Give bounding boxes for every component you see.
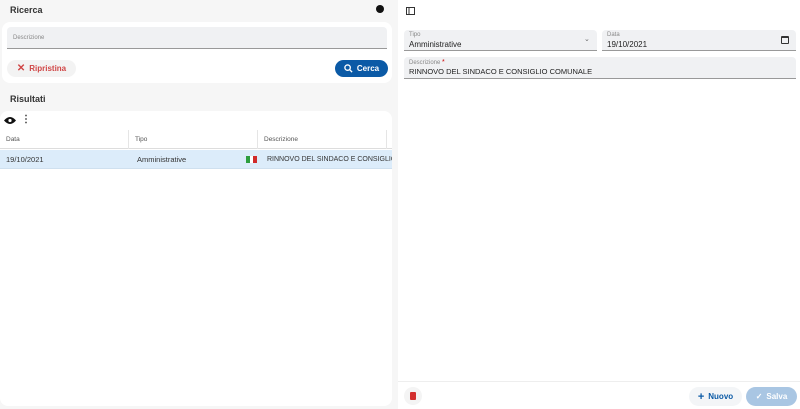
cell-tipo: Amministrative bbox=[137, 155, 187, 164]
tipo-select[interactable]: Tipo Amministrative ⌄ bbox=[404, 30, 597, 51]
data-value: 19/10/2021 bbox=[607, 40, 648, 49]
descrizione-value: RINNOVO DEL SINDACO E CONSIGLIO COMUNALE bbox=[409, 67, 593, 76]
save-label: Salva bbox=[766, 392, 788, 401]
column-header-tipo[interactable]: Tipo bbox=[129, 130, 258, 149]
save-button[interactable]: ✓ Salva bbox=[746, 387, 797, 406]
search-card: Descrizione ✕ Ripristina Cerca bbox=[2, 22, 392, 83]
data-label: Data bbox=[607, 32, 620, 38]
tipo-label: Tipo bbox=[409, 32, 421, 38]
calendar-icon[interactable] bbox=[781, 36, 789, 44]
reset-label: Ripristina bbox=[29, 64, 67, 73]
italian-flag-icon bbox=[246, 156, 258, 163]
descrizione-input[interactable]: Descrizione * RINNOVO DEL SINDACO E CONS… bbox=[404, 57, 796, 79]
results-card: ⋮ Data Tipo Descrizione 19/10/2021 Ammin… bbox=[0, 111, 392, 406]
tipo-value: Amministrative bbox=[409, 40, 462, 49]
table-row[interactable]: 19/10/2021 Amministrative RINNOVO DEL SI… bbox=[0, 150, 392, 169]
results-title: Risultati bbox=[10, 94, 46, 104]
detail-panel: Tipo Amministrative ⌄ Data 19/10/2021 De… bbox=[398, 0, 800, 409]
cell-descrizione: RINNOVO DEL SINDACO E CONSIGLIO COMUNALE bbox=[267, 156, 392, 163]
description-search-input[interactable]: Descrizione bbox=[7, 27, 387, 49]
toggle-sidebar-icon[interactable] bbox=[406, 7, 415, 15]
footer-divider bbox=[398, 381, 800, 382]
search-icon bbox=[344, 64, 353, 73]
trash-icon bbox=[410, 392, 416, 400]
cell-data: 19/10/2021 bbox=[6, 155, 44, 164]
search-label: Cerca bbox=[356, 64, 380, 73]
description-placeholder: Descrizione bbox=[13, 35, 45, 41]
column-header-descrizione[interactable]: Descrizione bbox=[258, 130, 387, 149]
table-header: Data Tipo Descrizione bbox=[0, 130, 392, 149]
search-title: Ricerca bbox=[10, 5, 43, 15]
new-label: Nuovo bbox=[708, 392, 734, 401]
column-header-data[interactable]: Data bbox=[0, 130, 129, 149]
data-date-input[interactable]: Data 19/10/2021 bbox=[602, 30, 796, 51]
delete-button[interactable] bbox=[404, 387, 422, 405]
collapse-icon[interactable] bbox=[376, 5, 384, 13]
reset-button[interactable]: ✕ Ripristina bbox=[7, 60, 76, 77]
check-icon: ✓ bbox=[755, 392, 763, 401]
search-button[interactable]: Cerca bbox=[335, 60, 388, 77]
eye-icon[interactable] bbox=[4, 116, 16, 125]
more-options-icon[interactable]: ⋮ bbox=[21, 115, 31, 125]
plus-icon: + bbox=[697, 390, 705, 403]
new-button[interactable]: + Nuovo bbox=[689, 387, 742, 406]
descrizione-label: Descrizione bbox=[409, 60, 441, 66]
chevron-down-icon: ⌄ bbox=[584, 36, 590, 43]
close-icon: ✕ bbox=[16, 63, 26, 74]
required-mark: * bbox=[442, 59, 445, 66]
